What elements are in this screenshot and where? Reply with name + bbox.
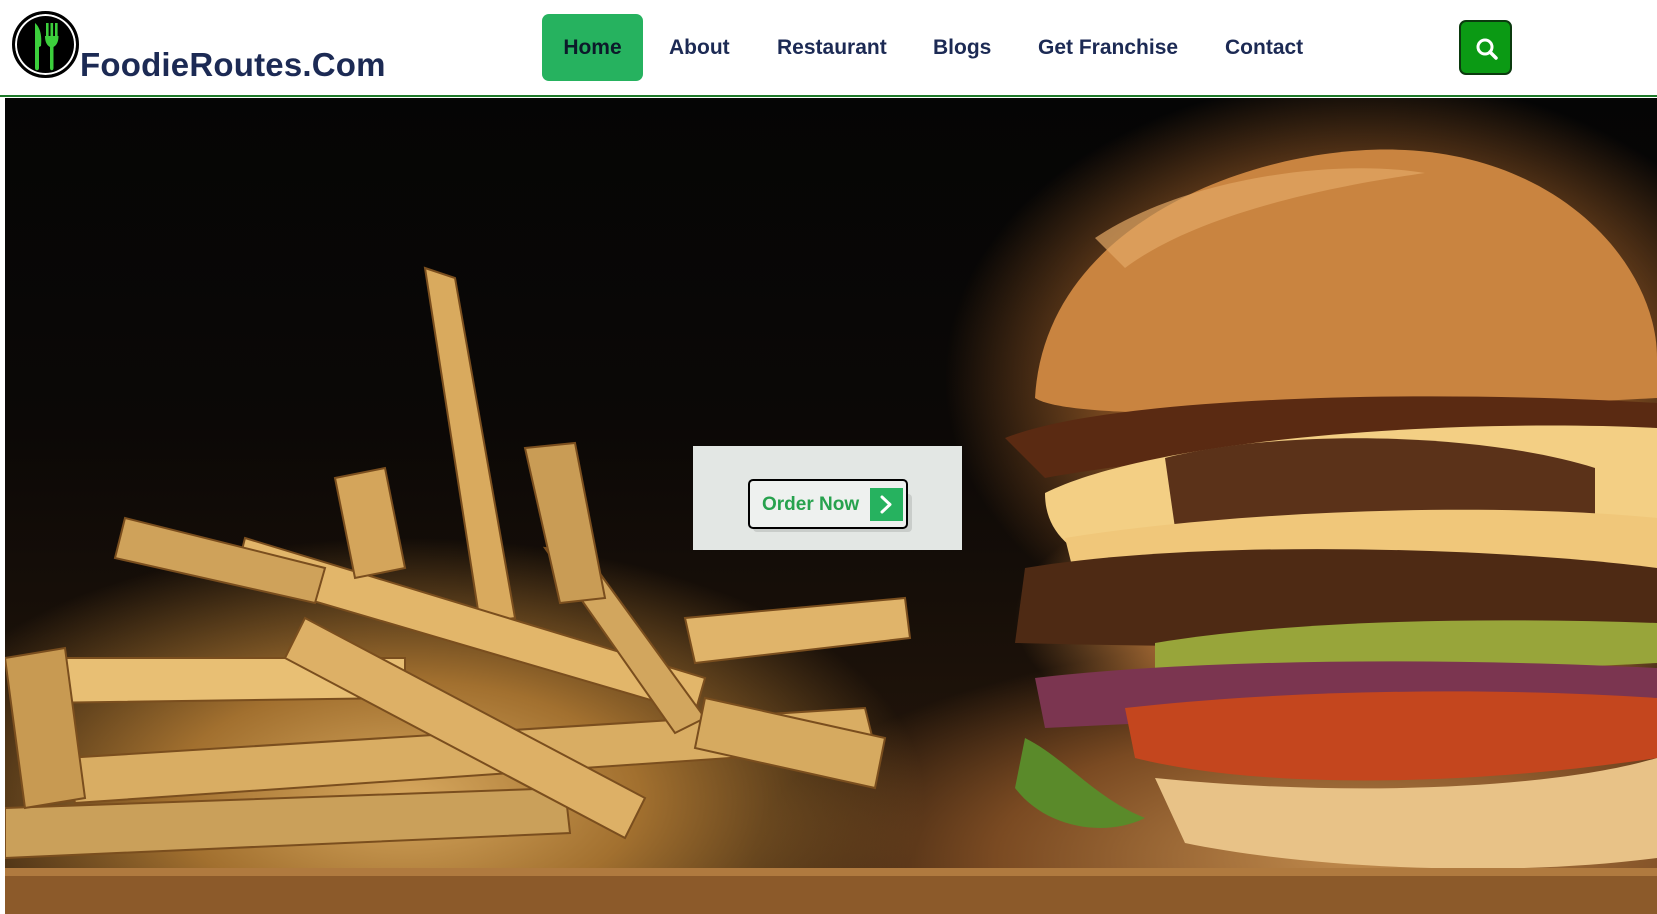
nav-item-restaurant[interactable]: Restaurant xyxy=(777,14,887,81)
order-now-label: Order Now xyxy=(762,494,860,515)
brand-name[interactable]: FoodieRoutes.Com xyxy=(80,46,386,84)
hero-banner: Order Now xyxy=(5,98,1657,914)
fork-knife-icon xyxy=(35,23,59,71)
nav-item-contact[interactable]: Contact xyxy=(1225,14,1303,81)
chevron-right-icon xyxy=(870,488,903,521)
nav-item-blogs[interactable]: Blogs xyxy=(933,14,991,81)
nav-item-home[interactable]: Home xyxy=(542,14,643,81)
nav-item-get-franchise[interactable]: Get Franchise xyxy=(1038,14,1178,81)
order-now-button[interactable]: Order Now xyxy=(748,479,908,529)
search-icon xyxy=(1476,38,1498,60)
logo[interactable] xyxy=(12,11,79,78)
order-box: Order Now xyxy=(693,446,962,550)
nav-item-about[interactable]: About xyxy=(669,14,730,81)
site-header: FoodieRoutes.Com Home About Restaurant B… xyxy=(0,0,1657,97)
search-button[interactable] xyxy=(1459,20,1512,75)
